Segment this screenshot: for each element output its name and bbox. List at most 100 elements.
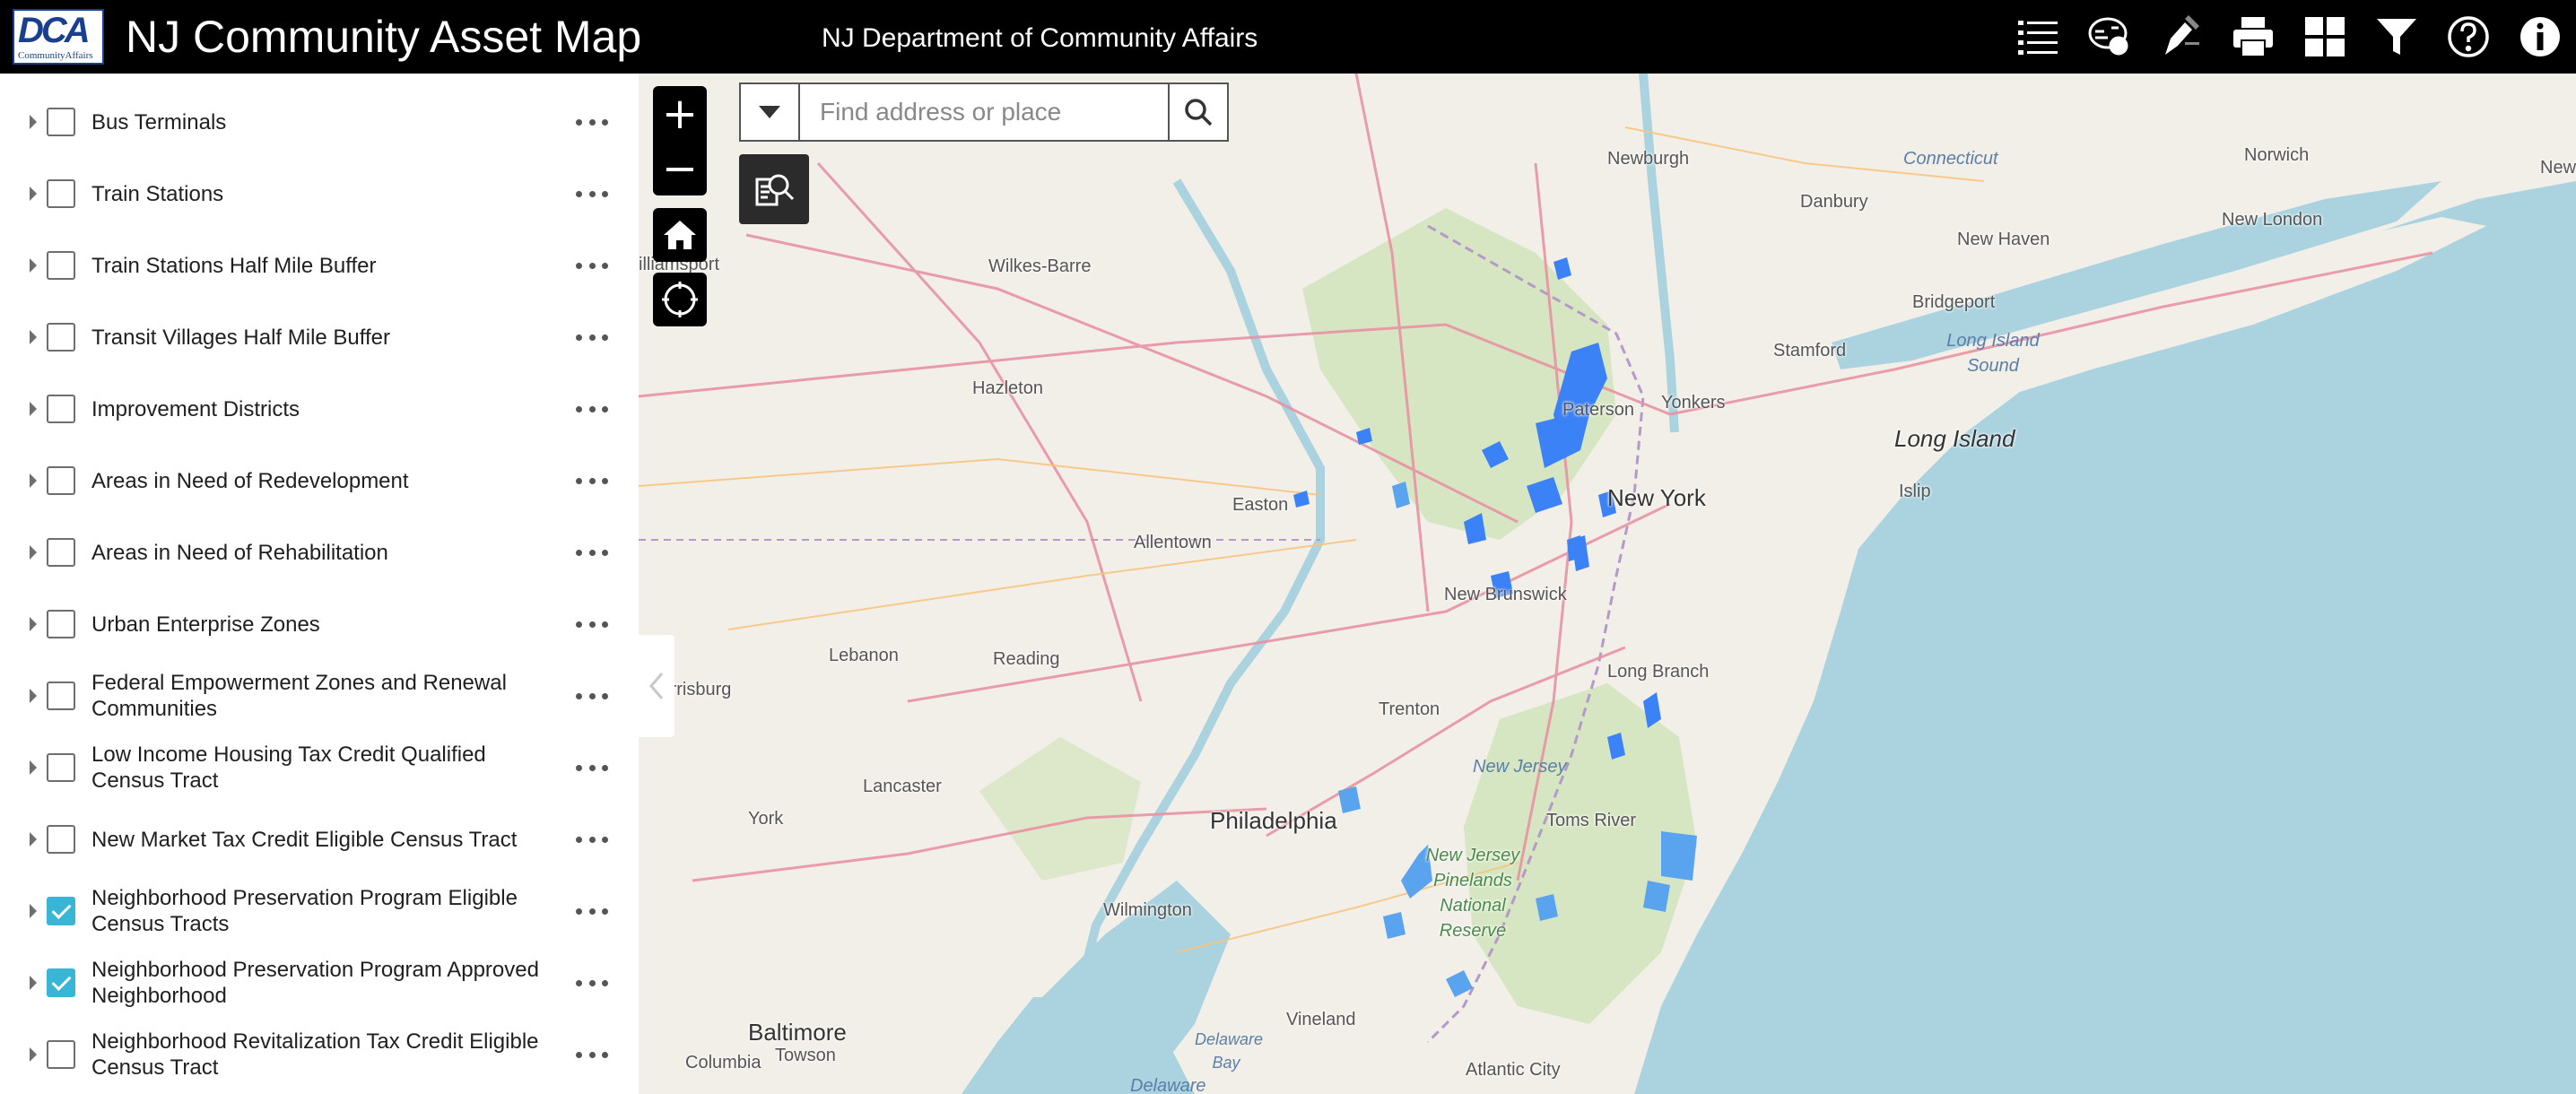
layer-label: Bus Terminals xyxy=(91,109,227,135)
layer-item[interactable]: Areas in Need of Redevelopment xyxy=(0,445,639,517)
expand-caret-icon[interactable] xyxy=(30,187,37,201)
layer-item[interactable]: New Market Tax Credit Eligible Census Tr… xyxy=(0,803,639,875)
place-label: Lebanon xyxy=(829,646,899,665)
place-label: New London xyxy=(2222,210,2323,230)
layer-item[interactable]: Low Income Housing Tax Credit Qualified … xyxy=(0,732,639,803)
layer-visibility-checkbox[interactable] xyxy=(47,251,75,280)
layer-visibility-checkbox[interactable] xyxy=(47,179,75,208)
layer-visibility-checkbox[interactable] xyxy=(47,395,75,423)
layer-label: Federal Empowerment Zones and Renewal Co… xyxy=(91,671,507,721)
basemap-gallery-button[interactable] xyxy=(2289,0,2361,74)
more-options-icon[interactable] xyxy=(576,621,608,628)
layer-item[interactable]: Train Stations Half Mile Buffer xyxy=(0,230,639,301)
expand-caret-icon[interactable] xyxy=(30,689,37,703)
more-options-icon[interactable] xyxy=(576,334,608,341)
home-button[interactable] xyxy=(653,208,707,262)
draw-button[interactable] xyxy=(2145,0,2217,74)
expand-caret-icon[interactable] xyxy=(30,976,37,990)
layer-visibility-checkbox[interactable] xyxy=(47,323,75,352)
more-options-icon[interactable] xyxy=(576,907,608,915)
layer-item[interactable]: Urban Enterprise Zones xyxy=(0,588,639,660)
layer-label: Areas in Need of Rehabilitation xyxy=(91,540,388,565)
search-icon xyxy=(1185,99,1213,126)
place-label: Delaware Bay xyxy=(1195,1030,1264,1072)
layer-item[interactable]: Neighborhood Preservation Program Approv… xyxy=(0,947,639,1019)
expand-caret-icon[interactable] xyxy=(30,402,37,416)
caret-down-icon xyxy=(759,106,780,118)
layer-list-panel: Bus Terminals Train Stations Train Station… xyxy=(0,74,639,1094)
layer-label: Neighborhood Revitalization Tax Credit E… xyxy=(91,1029,539,1080)
more-options-icon[interactable] xyxy=(576,549,608,556)
place-label: Atlantic City xyxy=(1466,1060,1561,1080)
more-options-icon[interactable] xyxy=(576,764,608,771)
layer-item[interactable]: Transit Villages Half Mile Buffer xyxy=(0,301,639,373)
layer-list-icon xyxy=(2018,21,2058,55)
layer-visibility-checkbox[interactable] xyxy=(47,108,75,136)
expand-caret-icon[interactable] xyxy=(30,904,37,918)
collapse-panel-button[interactable] xyxy=(639,635,674,737)
expand-caret-icon[interactable] xyxy=(30,760,37,775)
search-input[interactable] xyxy=(800,84,1168,140)
more-options-icon[interactable] xyxy=(576,979,608,986)
place-label: Newburgh xyxy=(1607,149,1690,169)
search-widget xyxy=(739,82,1229,142)
layer-list-button[interactable] xyxy=(2002,0,2074,74)
layer-visibility-checkbox[interactable] xyxy=(47,610,75,638)
layer-item[interactable]: Neighborhood Revitalization Tax Credit E… xyxy=(0,1019,639,1090)
place-label: Lancaster xyxy=(863,777,942,796)
place-label: Vineland xyxy=(1286,1010,1356,1029)
search-source-dropdown[interactable] xyxy=(741,84,800,140)
dca-logo[interactable]: DCA CommunityAffairs xyxy=(13,9,104,65)
layer-item[interactable]: Improvement Districts xyxy=(0,373,639,445)
layer-item[interactable]: Neighborhood Preservation Program Eligib… xyxy=(0,875,639,947)
place-label: Yonkers xyxy=(1661,393,1726,412)
zoom-in-button[interactable]: + xyxy=(653,86,707,141)
expand-caret-icon[interactable] xyxy=(30,832,37,847)
expand-caret-icon[interactable] xyxy=(30,545,37,560)
layer-visibility-checkbox[interactable] xyxy=(47,466,75,495)
chevron-left-icon xyxy=(649,673,664,699)
layer-item[interactable]: Bus Terminals xyxy=(0,86,639,158)
layer-visibility-checkbox[interactable] xyxy=(47,538,75,567)
layer-item[interactable]: Federal Empowerment Zones and Renewal Co… xyxy=(0,660,639,732)
filter-button[interactable] xyxy=(2361,0,2432,74)
layer-label: New Market Tax Credit Eligible Census Tr… xyxy=(91,827,518,852)
layer-item[interactable]: Train Stations xyxy=(0,158,639,230)
search-button[interactable] xyxy=(1168,84,1227,140)
layer-visibility-checkbox[interactable] xyxy=(47,968,75,997)
more-options-icon[interactable] xyxy=(576,692,608,699)
expand-caret-icon[interactable] xyxy=(30,330,37,344)
layer-visibility-checkbox[interactable] xyxy=(47,1040,75,1069)
expand-caret-icon[interactable] xyxy=(30,115,37,129)
place-label: Philadelphia xyxy=(1210,807,1337,834)
place-label: New Haven xyxy=(1957,230,2050,249)
locate-button[interactable] xyxy=(653,273,707,326)
map-view[interactable]: Newburgh Connecticut Norwich Newport Dan… xyxy=(639,74,2576,1094)
layer-label: Low Income Housing Tax Credit Qualified … xyxy=(91,742,486,793)
more-options-icon[interactable] xyxy=(576,118,608,126)
more-options-icon[interactable] xyxy=(576,477,608,484)
legend-button[interactable] xyxy=(2074,0,2145,74)
expand-caret-icon[interactable] xyxy=(30,1047,37,1062)
print-button[interactable] xyxy=(2217,0,2289,74)
more-options-icon[interactable] xyxy=(576,262,608,269)
query-button[interactable] xyxy=(739,154,809,224)
expand-caret-icon[interactable] xyxy=(30,617,37,631)
more-options-icon[interactable] xyxy=(576,836,608,843)
zoom-out-button[interactable]: − xyxy=(653,141,707,195)
layer-visibility-checkbox[interactable] xyxy=(47,753,75,782)
layer-visibility-checkbox[interactable] xyxy=(47,897,75,925)
expand-caret-icon[interactable] xyxy=(30,258,37,273)
place-label: Wilkes-Barre xyxy=(988,256,1092,276)
more-options-icon[interactable] xyxy=(576,1051,608,1058)
more-options-icon[interactable] xyxy=(576,190,608,197)
layer-visibility-checkbox[interactable] xyxy=(47,682,75,710)
layer-item[interactable]: Areas in Need of Rehabilitation xyxy=(0,517,639,588)
draw-icon xyxy=(2165,15,2199,55)
more-options-icon[interactable] xyxy=(576,405,608,412)
expand-caret-icon[interactable] xyxy=(30,473,37,488)
help-button[interactable] xyxy=(2432,0,2504,74)
header-toolbar xyxy=(2002,0,2576,74)
layer-visibility-checkbox[interactable] xyxy=(47,825,75,854)
about-button[interactable] xyxy=(2504,0,2576,74)
